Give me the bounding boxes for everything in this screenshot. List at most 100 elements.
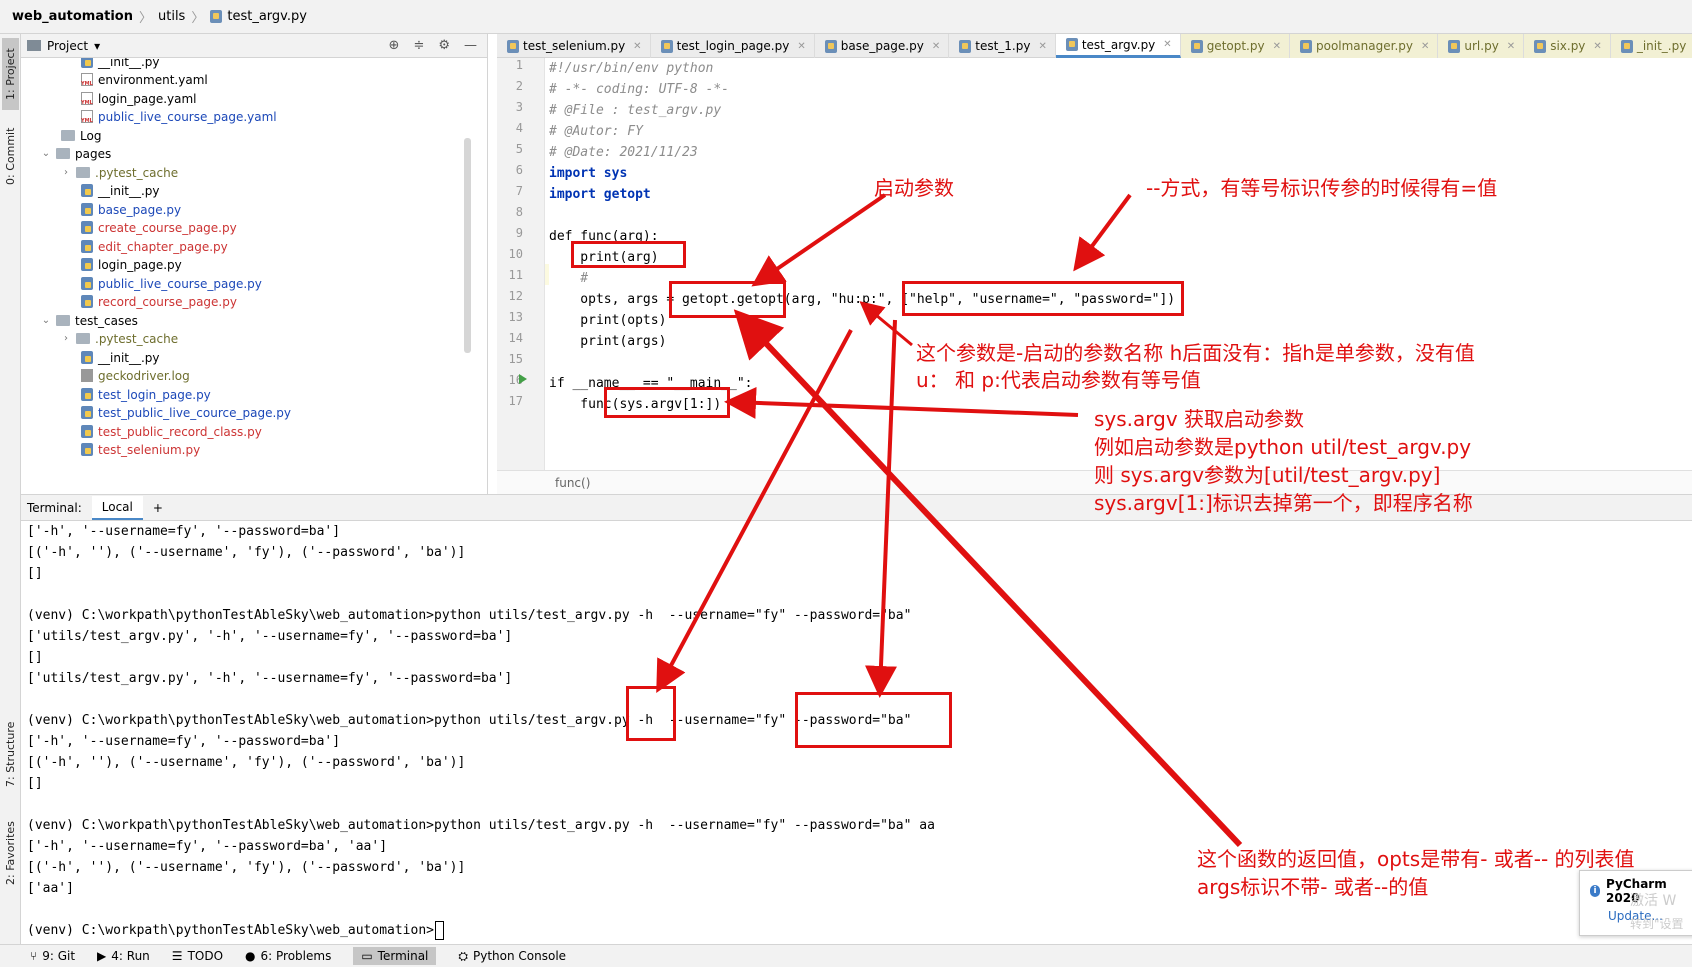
chevron-right-icon: 〉 <box>138 11 152 26</box>
folder-icon <box>56 315 70 326</box>
python-file-icon <box>81 425 93 438</box>
tree-item[interactable]: test_selenium.py <box>81 440 200 459</box>
tool-run[interactable]: ▶ 4: Run <box>97 949 150 963</box>
git-branch-icon: ⑂ <box>30 949 38 963</box>
breadcrumb-folder[interactable]: utils <box>158 9 185 24</box>
code-line: # @Autor: FY <box>549 124 643 139</box>
chevron-right-icon[interactable]: › <box>61 167 71 178</box>
python-file-icon <box>81 443 93 456</box>
terminal-prompt[interactable]: (venv) C:\workpath\pythonTestAbleSky\web… <box>27 920 444 941</box>
navigation-breadcrumb: web_automation 〉 utils 〉 test_argv.py <box>0 0 1692 34</box>
tree-item[interactable]: create_course_page.py <box>81 218 237 237</box>
tool-tab-commit[interactable]: 0: Commit <box>2 120 19 192</box>
close-icon[interactable]: ✕ <box>1593 41 1601 52</box>
highlight-box-h-flag <box>626 686 676 741</box>
tree-item[interactable]: public_live_course_page.py <box>81 274 262 293</box>
tree-item[interactable]: public_live_course_page.yaml <box>81 107 277 126</box>
tab-six[interactable]: six.py ✕ <box>1524 34 1611 58</box>
terminal-line: [('-h', ''), ('--username', 'fy'), ('--p… <box>27 545 466 560</box>
close-icon[interactable]: ✕ <box>1273 41 1281 52</box>
close-icon[interactable]: ✕ <box>1163 39 1171 50</box>
chevron-down-icon[interactable]: ⌄ <box>41 148 51 159</box>
terminal-line: ['utils/test_argv.py', '-h', '--username… <box>27 671 513 686</box>
activation-watermark-2: 转到"设置 <box>1630 917 1684 931</box>
tab-base-page[interactable]: base_page.py ✕ <box>815 34 950 58</box>
close-icon[interactable]: ✕ <box>932 41 940 52</box>
breadcrumb-file[interactable]: test_argv.py <box>210 9 307 24</box>
chevron-down-icon: ▾ <box>94 38 101 53</box>
close-icon[interactable]: ✕ <box>1038 41 1046 52</box>
locate-icon[interactable]: ⊕ <box>389 38 400 53</box>
close-icon[interactable]: ✕ <box>1421 41 1429 52</box>
tree-item[interactable]: edit_chapter_page.py <box>81 237 228 256</box>
tool-tab-favorites[interactable]: 2: Favorites <box>2 814 19 892</box>
tree-item[interactable]: test_public_record_class.py <box>81 422 262 441</box>
tree-item[interactable]: login_page.yaml <box>81 89 197 108</box>
collapse-all-icon[interactable]: ≑ <box>413 38 424 53</box>
tab-test-login-page[interactable]: test_login_page.py ✕ <box>651 34 815 58</box>
tree-item[interactable]: login_page.py <box>81 255 182 274</box>
python-file-icon <box>81 295 93 308</box>
python-file-icon <box>1534 39 1547 53</box>
project-view-selector[interactable]: Project ▾ <box>27 39 100 53</box>
code-line: print(opts) <box>549 313 667 328</box>
tree-item[interactable]: test_public_live_cource_page.py <box>81 403 291 422</box>
bottom-tool-bar: ⑂ 9: Git ▶ 4: Run ☰ TODO ● 6: Problems ▭ Term… <box>0 944 1692 967</box>
tab-test-argv[interactable]: test_argv.py ✕ <box>1055 34 1181 58</box>
chevron-right-icon[interactable]: › <box>61 333 71 344</box>
tree-folder[interactable]: › .pytest_cache <box>61 329 178 348</box>
tree-item[interactable]: geckodriver.log <box>81 366 190 385</box>
log-file-icon <box>81 369 93 382</box>
tool-tab-project[interactable]: 1: Project <box>2 38 19 110</box>
terminal-line: [] <box>27 776 43 791</box>
close-icon[interactable]: ✕ <box>1507 41 1515 52</box>
tab-init[interactable]: _init_.py <box>1610 34 1692 58</box>
yaml-file-icon <box>81 73 93 87</box>
tab-url[interactable]: url.py ✕ <box>1438 34 1525 58</box>
tool-problems[interactable]: ● 6: Problems <box>245 949 331 963</box>
close-icon[interactable]: ✕ <box>797 41 805 52</box>
close-icon[interactable]: ✕ <box>633 41 641 52</box>
tree-folder[interactable]: Log <box>61 126 101 145</box>
code-line: import sys <box>549 166 628 181</box>
folder-icon <box>27 40 41 51</box>
tree-folder[interactable]: ⌄ pages <box>41 144 111 163</box>
tool-todo[interactable]: ☰ TODO <box>172 949 223 963</box>
gear-icon[interactable]: ⚙ <box>438 38 450 53</box>
tab-poolmanager[interactable]: poolmanager.py ✕ <box>1289 34 1439 58</box>
code-line: # @Date: 2021/11/23 <box>549 145 698 160</box>
run-icon[interactable] <box>519 374 527 384</box>
tab-test-1[interactable]: test_1.py ✕ <box>949 34 1056 58</box>
breadcrumb-project[interactable]: web_automation <box>12 9 133 24</box>
chevron-down-icon[interactable]: ⌄ <box>41 315 51 326</box>
tree-item[interactable]: record_course_page.py <box>81 292 237 311</box>
folder-icon <box>76 333 90 344</box>
python-file-icon <box>81 58 93 68</box>
tree-item[interactable]: environment.yaml <box>81 70 208 89</box>
editor-tab-bar: test_selenium.py ✕ test_login_page.py ✕ ba… <box>497 34 1692 58</box>
tree-item[interactable]: __init__.py <box>81 181 160 200</box>
tool-tab-structure[interactable]: 7: Structure <box>2 714 19 794</box>
annotation-param-names-2: u： 和 p:代表启动参数有等号值 <box>916 368 1201 392</box>
tree-folder[interactable]: ⌄ test_cases <box>41 311 138 330</box>
tool-git[interactable]: ⑂ 9: Git <box>30 949 75 963</box>
python-file-icon <box>507 39 519 53</box>
tab-getopt[interactable]: getopt.py ✕ <box>1180 34 1290 58</box>
hide-panel-icon[interactable]: — <box>464 38 477 53</box>
project-panel: Project ▾ ⊕ ≑ ⚙ — __init__.py environmen… <box>21 34 488 494</box>
tree-folder[interactable]: › .pytest_cache <box>61 163 178 182</box>
tree-item[interactable]: test_login_page.py <box>81 385 211 404</box>
python-file-icon <box>1448 39 1461 53</box>
tree-scrollbar[interactable] <box>464 138 471 353</box>
tab-test-selenium[interactable]: test_selenium.py ✕ <box>497 34 651 58</box>
python-icon: ⛭ <box>458 948 468 963</box>
tool-python-console[interactable]: ⛭ Python Console <box>458 949 566 964</box>
tree-item[interactable]: base_page.py <box>81 200 181 219</box>
tool-terminal[interactable]: ▭ Terminal <box>353 947 437 965</box>
terminal-icon: ▭ <box>361 949 373 963</box>
play-icon: ▶ <box>97 949 107 963</box>
terminal-tab-local[interactable]: Local <box>91 495 143 520</box>
yaml-file-icon <box>81 92 93 106</box>
tree-item[interactable]: __init__.py <box>81 348 160 367</box>
add-terminal-icon[interactable]: + <box>153 501 163 515</box>
